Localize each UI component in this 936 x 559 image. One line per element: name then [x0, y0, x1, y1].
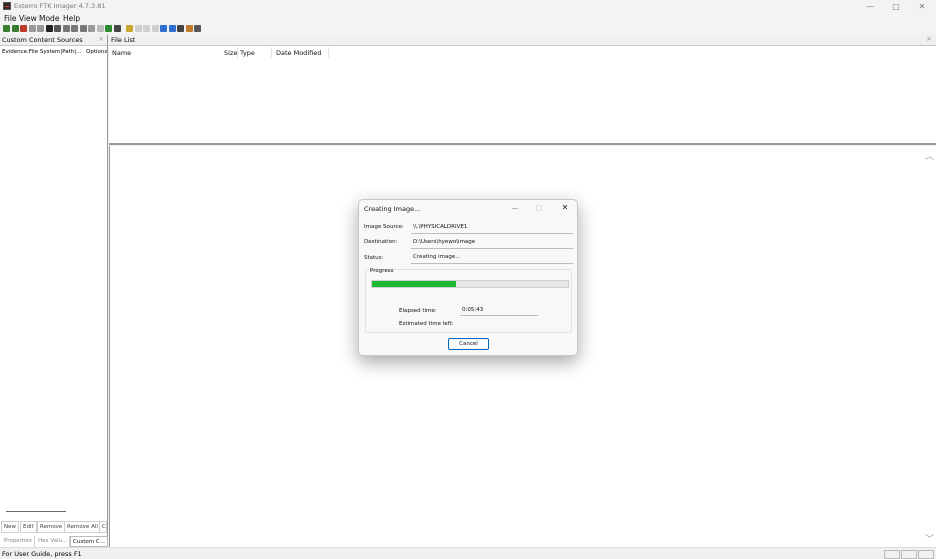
- toolbar-button-icon[interactable]: [37, 25, 44, 32]
- column-header-size[interactable]: Size: [224, 49, 237, 57]
- dialog-maximize-button[interactable]: ▢: [529, 202, 549, 214]
- toolbar-button-icon[interactable]: [45, 25, 53, 32]
- title-bar: Exterro FTK Imager 4.7.3.81 — ▢ ✕: [0, 0, 936, 13]
- toolbar-button-icon[interactable]: [185, 25, 193, 32]
- pane-title: File List: [111, 36, 136, 44]
- window-title: Exterro FTK Imager 4.7.3.81: [14, 2, 106, 10]
- horizontal-scrollbar[interactable]: [6, 511, 66, 512]
- maximize-button[interactable]: ▢: [884, 1, 908, 12]
- column-header-options[interactable]: Options: [86, 49, 107, 55]
- file-list-pane: File List × Name Size Type Date Modified: [109, 35, 936, 145]
- menu-bar: File View Mode Help: [0, 13, 936, 24]
- column-header-evidence[interactable]: Evidence:File System|Path|...: [2, 49, 81, 55]
- column-divider[interactable]: [271, 47, 272, 58]
- minimize-button[interactable]: —: [858, 1, 882, 12]
- status-bar: For User Guide, press F1: [0, 547, 936, 559]
- custom-content-sources-pane: Custom Content Sources × Evidence:File S…: [0, 35, 108, 547]
- field-underline: [460, 315, 538, 316]
- pane-close-icon[interactable]: ×: [98, 35, 104, 43]
- menu-mode[interactable]: Mode: [39, 14, 59, 23]
- toolbar-button-icon[interactable]: [79, 25, 87, 32]
- remove-button[interactable]: Remove: [37, 521, 66, 533]
- toolbar-button-icon[interactable]: [134, 25, 142, 32]
- menu-view[interactable]: View: [19, 14, 37, 23]
- close-button[interactable]: ✕: [910, 1, 934, 12]
- status-text: For User Guide, press F1: [2, 550, 82, 558]
- pane-header: File List ×: [109, 35, 936, 46]
- toolbar-button-icon[interactable]: [3, 25, 10, 32]
- toolbar-button-icon[interactable]: [96, 25, 104, 32]
- status-panel: [901, 550, 917, 559]
- toolbar-button-icon[interactable]: [168, 25, 176, 32]
- menu-file[interactable]: File: [4, 14, 17, 23]
- image-source-label: Image Source:: [364, 224, 404, 230]
- progress-bar-fill: [372, 281, 457, 287]
- toolbar-button-icon[interactable]: [105, 25, 112, 32]
- dialog-title: Creating Image...: [364, 205, 421, 213]
- column-divider[interactable]: [328, 47, 329, 58]
- creating-image-dialog: Creating Image... — ▢ ✕ Image Source: \\…: [358, 199, 578, 356]
- elapsed-time-value: 0:05:43: [462, 307, 484, 313]
- toolbar-button-icon[interactable]: [88, 25, 95, 32]
- column-header-name[interactable]: Name: [112, 49, 131, 57]
- toolbar-button-icon[interactable]: [20, 25, 27, 32]
- c-button[interactable]: C: [99, 521, 107, 533]
- progress-bar: [371, 280, 569, 288]
- dialog-close-button[interactable]: ✕: [555, 202, 575, 214]
- status-label: Status:: [364, 255, 384, 261]
- destination-value: D:\Users\hyewo\image: [413, 239, 476, 245]
- tab-properties[interactable]: Properties: [2, 536, 35, 547]
- pane-title: Custom Content Sources: [2, 36, 83, 44]
- pane-header: Custom Content Sources ×: [0, 35, 107, 46]
- scroll-up-icon[interactable]: ︿: [925, 149, 934, 162]
- column-header-date-modified[interactable]: Date Modified: [276, 49, 321, 57]
- scroll-down-icon[interactable]: ﹀: [925, 532, 934, 545]
- field-underline: [411, 248, 573, 249]
- status-panel: [884, 550, 900, 559]
- dialog-minimize-button[interactable]: —: [505, 202, 525, 214]
- progress-label: Progress: [369, 268, 395, 274]
- toolbar-button-icon[interactable]: [143, 25, 150, 32]
- column-header-type[interactable]: Type: [240, 49, 255, 57]
- tab-hex-value[interactable]: Hex Valu...: [36, 536, 71, 547]
- field-underline: [411, 233, 573, 234]
- estimated-time-label: Estimated time left:: [399, 321, 454, 327]
- toolbar-button-icon[interactable]: [62, 25, 70, 32]
- toolbar-button-icon[interactable]: [28, 25, 36, 32]
- toolbar: [0, 24, 936, 34]
- remove-all-button[interactable]: Remove All: [64, 521, 101, 533]
- toolbar-button-icon[interactable]: [177, 25, 184, 32]
- toolbar-button-icon[interactable]: [194, 25, 201, 32]
- new-button[interactable]: New: [1, 521, 19, 533]
- destination-label: Destination:: [364, 239, 398, 245]
- edit-button[interactable]: Edit: [20, 521, 37, 533]
- elapsed-time-label: Elapsed time:: [399, 308, 437, 314]
- toolbar-button-icon[interactable]: [54, 25, 61, 32]
- toolbar-button-icon[interactable]: [151, 25, 159, 32]
- status-panel: [918, 550, 934, 559]
- status-value: Creating image...: [413, 254, 461, 260]
- progress-group: Progress Elapsed time: 0:05:43 Estimated…: [365, 268, 572, 333]
- toolbar-button-icon[interactable]: [160, 25, 167, 32]
- column-divider[interactable]: [237, 47, 238, 58]
- app-icon: [3, 2, 11, 10]
- image-source-value: \\.\PHYSICALDRIVE1: [413, 224, 468, 230]
- toolbar-button-icon[interactable]: [126, 25, 133, 32]
- field-underline: [411, 263, 573, 264]
- tab-custom-content[interactable]: Custom C...: [70, 536, 108, 547]
- toolbar-button-icon[interactable]: [71, 25, 78, 32]
- menu-help[interactable]: Help: [63, 14, 80, 23]
- toolbar-button-icon[interactable]: [113, 25, 121, 32]
- pane-close-icon[interactable]: ×: [926, 35, 932, 43]
- cancel-button[interactable]: Cancel: [448, 338, 489, 350]
- toolbar-button-icon[interactable]: [11, 25, 19, 32]
